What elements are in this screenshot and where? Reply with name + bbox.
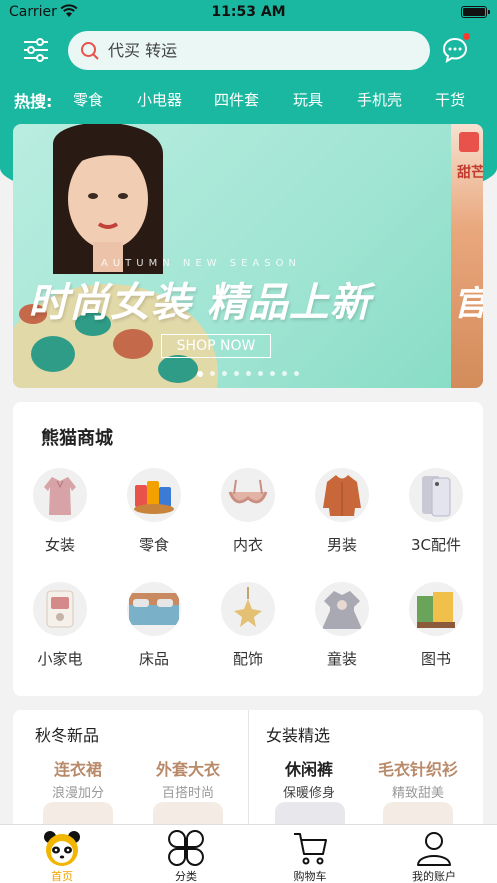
mall-title: 熊猫商城	[41, 428, 113, 449]
promo-banner[interactable]: AUTUMN NEW SEASON 时尚女装 精品上新 SHOP NOW 甜芒 …	[13, 124, 483, 388]
tab-cart[interactable]: 购物车	[248, 825, 372, 883]
category-item-bedding[interactable]: 床品	[114, 582, 194, 669]
category-item-snacks[interactable]: 零食	[114, 468, 194, 555]
pagination-dot[interactable]	[282, 371, 287, 376]
tab-label: 购物车	[293, 870, 327, 883]
phone-icon	[422, 476, 451, 517]
hot-search-bar: 热搜: 零食 小电器 四件套 玩具 手机壳 干货	[0, 78, 497, 118]
category-label: 内衣	[232, 536, 263, 554]
category-item-books[interactable]: 图书	[396, 582, 476, 669]
tab-account[interactable]: 我的账户	[372, 825, 496, 883]
user-icon	[417, 832, 451, 866]
next-slide-slogan: 官方	[453, 276, 483, 325]
header-bar	[0, 26, 497, 78]
search-input[interactable]	[108, 41, 408, 60]
promo-item[interactable]: 外套大衣 百搭时尚	[138, 756, 238, 801]
banner-season-text: AUTUMN NEW SEASON	[101, 258, 301, 269]
promo-divider	[248, 710, 249, 830]
tab-label: 我的账户	[412, 870, 456, 883]
promo-item[interactable]: 连衣裙 浪漫加分	[28, 756, 128, 801]
notification-dot	[463, 33, 470, 40]
pagination-dot[interactable]	[294, 371, 299, 376]
category-label: 童装	[326, 650, 357, 668]
tab-label: 分类	[175, 870, 197, 883]
blouse-icon	[44, 477, 76, 515]
coat-icon	[323, 475, 361, 516]
hot-search-item[interactable]: 小电器	[137, 89, 182, 110]
search-icon	[81, 41, 99, 60]
promo-left-title: 秋冬新品	[35, 726, 100, 745]
promo-item-desc: 保暖修身	[282, 786, 335, 801]
category-label: 小家电	[37, 650, 83, 668]
kids-dress-icon	[322, 591, 362, 629]
pagination-dot[interactable]	[258, 371, 263, 376]
category-item-appliance[interactable]: 小家电	[20, 582, 100, 669]
category-item-accessory[interactable]: 配饰	[208, 582, 288, 669]
category-label: 床品	[138, 650, 169, 668]
promo-item[interactable]: 休闲裤 保暖修身	[259, 756, 359, 801]
promo-item[interactable]: 毛衣针织衫 精致甜美	[368, 756, 468, 801]
cart-icon	[294, 833, 327, 865]
bra-icon	[228, 479, 268, 504]
category-label: 零食	[138, 536, 169, 554]
promo-item-name: 连衣裙	[53, 760, 102, 779]
category-item-3c[interactable]: 3C配件	[396, 468, 476, 555]
category-icon	[168, 830, 204, 866]
hot-search-label: 热搜:	[14, 92, 53, 111]
pagination-dot[interactable]	[246, 371, 251, 376]
pagination-dot[interactable]	[197, 371, 203, 377]
appliance-icon	[46, 590, 74, 628]
pagination-dot[interactable]	[222, 371, 227, 376]
brooch-icon	[234, 587, 262, 627]
promo-item-name: 休闲裤	[284, 760, 333, 779]
brand-logo-icon	[459, 132, 479, 152]
next-banner-slide[interactable]: 甜芒 官方	[451, 124, 483, 388]
banner-pagination	[197, 371, 299, 377]
category-item-kids[interactable]: 童装	[302, 582, 382, 669]
pagination-dot[interactable]	[210, 371, 215, 376]
mall-section: 熊猫商城 女装 零食 内衣 男装 3C配件 小家电 床品 配饰 童装 图书	[13, 402, 483, 696]
pagination-dot[interactable]	[234, 371, 239, 376]
promo-item-desc: 精致甜美	[391, 786, 444, 801]
promo-right-title: 女装精选	[266, 726, 331, 745]
tab-category[interactable]: 分类	[124, 825, 248, 883]
category-label: 配饰	[232, 650, 263, 668]
status-bar: Carrier 11:53 AM	[0, 0, 497, 26]
category-label: 男装	[326, 536, 357, 554]
pagination-dot[interactable]	[270, 371, 275, 376]
promo-item-name: 毛衣针织衫	[377, 760, 458, 779]
tab-bar: 首页 分类 购物车 我的账户	[0, 824, 497, 883]
panda-icon	[44, 831, 80, 866]
category-item-women[interactable]: 女装	[20, 468, 100, 555]
category-item-men[interactable]: 男装	[302, 468, 382, 555]
hot-search-item[interactable]: 干货	[435, 89, 465, 110]
hot-search-item[interactable]: 四件套	[214, 89, 259, 110]
hot-search-item[interactable]: 零食	[73, 89, 103, 110]
promo-item-desc: 百搭时尚	[161, 786, 214, 801]
tab-home[interactable]: 首页	[0, 825, 124, 883]
filter-icon[interactable]	[22, 36, 50, 64]
category-label: 女装	[44, 536, 75, 554]
status-time: 11:53 AM	[211, 4, 286, 20]
hot-search-item[interactable]: 玩具	[293, 89, 323, 110]
battery-icon	[461, 6, 490, 18]
promo-section: 秋冬新品 连衣裙 浪漫加分 外套大衣 百搭时尚 女装精选 休闲裤 保暖修身 毛衣…	[13, 710, 483, 830]
category-label: 图书	[420, 650, 451, 668]
promo-item-name: 外套大衣	[155, 760, 220, 779]
category-item-underwear[interactable]: 内衣	[208, 468, 288, 555]
banner-slogan: 时尚女装 精品上新	[28, 280, 371, 326]
hot-search-item[interactable]: 手机壳	[357, 89, 402, 110]
promo-item-desc: 浪漫加分	[51, 786, 104, 801]
bed-icon	[129, 593, 179, 625]
message-icon[interactable]	[442, 37, 468, 63]
tab-label: 首页	[51, 870, 73, 883]
category-label: 3C配件	[410, 536, 462, 554]
search-bar[interactable]	[68, 31, 430, 70]
books-icon	[417, 592, 455, 628]
next-slide-text: 甜芒	[457, 165, 483, 181]
snacks-icon	[134, 481, 174, 514]
shop-now-button[interactable]: SHOP NOW	[161, 334, 271, 358]
